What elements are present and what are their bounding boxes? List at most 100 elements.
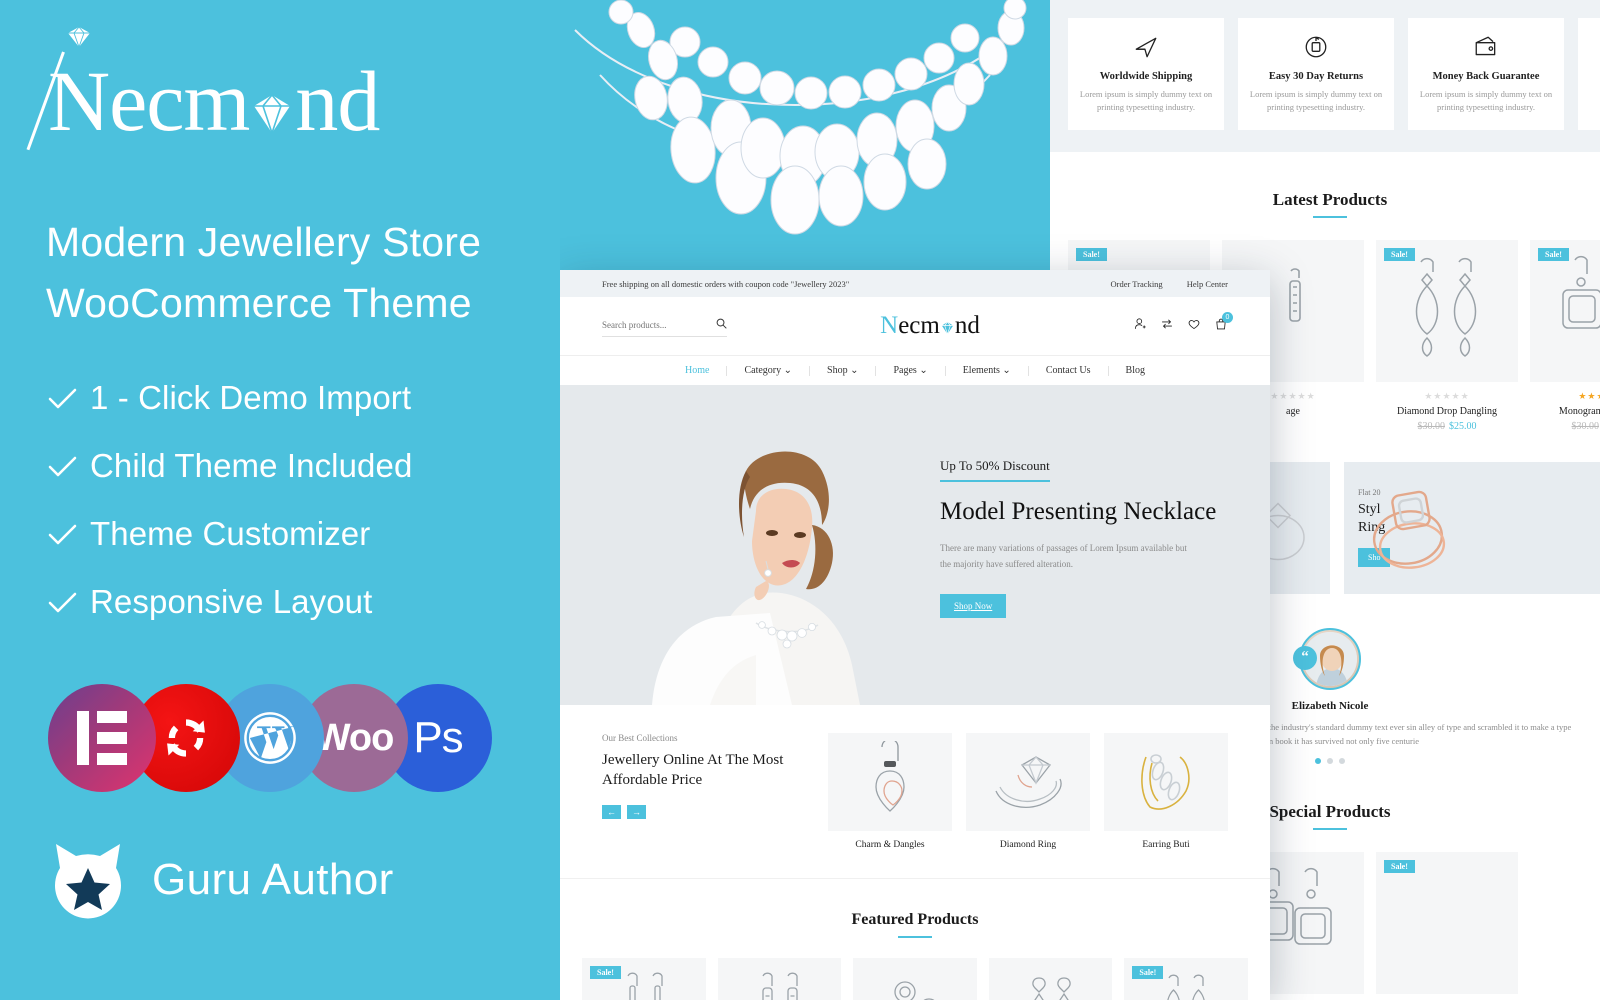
brand-logo: Necm nd — [26, 26, 380, 151]
search-input[interactable] — [602, 316, 727, 337]
help-center-link[interactable]: Help Center — [1187, 279, 1228, 289]
carousel-dot[interactable] — [1339, 758, 1345, 765]
nav-label: Shop — [827, 365, 848, 376]
nav-label: Pages — [893, 365, 917, 376]
service-title: Money Back Guarantee — [1432, 71, 1540, 82]
product-thumb[interactable]: Sale! — [1530, 239, 1600, 382]
order-tracking-link[interactable]: Order Tracking — [1111, 279, 1163, 289]
nav-item-blog[interactable]: Blog — [1109, 365, 1162, 376]
avatar: “ — [1293, 627, 1361, 690]
hero-eyebrow: Up To 50% Discount — [940, 458, 1050, 482]
feature-label: Child Theme Included — [90, 447, 413, 484]
collection-thumb[interactable] — [828, 733, 952, 831]
tech-badge-list: Woo Ps — [48, 684, 492, 792]
necklace-hero-image — [545, 0, 1045, 278]
feature-label: Theme Customizer — [90, 515, 371, 552]
nav-item-elements[interactable]: Elements ⌄ — [946, 365, 1028, 376]
brand-monogram: N — [26, 26, 110, 151]
sale-badge: Sale! — [1384, 247, 1415, 261]
product-card[interactable]: Sale! ★★★★★ Diamond Drop Dangling $30.00… — [1376, 239, 1518, 432]
promo-banner[interactable]: Flat 20 Styl Ring Sho — [1344, 461, 1600, 594]
service-title: Easy 30 Day Returns — [1268, 71, 1364, 82]
shop-now-button[interactable]: Shop Now — [940, 594, 1007, 619]
nav-item-contact[interactable]: Contact Us — [1029, 365, 1108, 376]
site-mockup: Free shipping on all domestic orders wit… — [560, 270, 1270, 1000]
diamond-ring-icon — [995, 756, 1062, 808]
cluster-earring-icon — [894, 981, 935, 1000]
nav-item-shop[interactable]: Shop ⌄ — [810, 365, 875, 376]
collections-eyebrow: Our Best Collections — [602, 733, 678, 743]
product-card[interactable] — [988, 958, 1113, 1000]
collection-card[interactable]: Diamond Ring — [966, 733, 1090, 850]
search-icon[interactable] — [716, 316, 727, 334]
service-title: Worldwide Shipping — [1099, 71, 1193, 82]
product-card[interactable] — [853, 958, 977, 1000]
rating-stars: ★★★★★ — [1424, 390, 1470, 401]
feature-label: 1 - Click Demo Import — [90, 379, 412, 416]
nav-item-pages[interactable]: Pages ⌄ — [876, 365, 944, 376]
search-box[interactable] — [602, 315, 727, 337]
sale-badge: Sale! — [1076, 247, 1107, 261]
product-thumb[interactable]: Sale! — [1376, 239, 1518, 382]
chevron-down-icon: ⌄ — [783, 365, 793, 376]
title-underline — [1313, 828, 1347, 831]
heart-icon[interactable] — [1187, 317, 1201, 336]
collection-name: Charm & Dangles — [855, 840, 925, 850]
next-arrow-button[interactable]: → — [627, 804, 646, 819]
product-card[interactable]: Sale! — [582, 958, 706, 1000]
collections-copy: Our Best Collections Jewellery Online At… — [602, 733, 826, 850]
collection-card[interactable]: Charm & Dangles — [828, 733, 952, 850]
promo-panel: Necm nd Modern Jewellery Store WooCommer… — [0, 0, 560, 1000]
diamond-icon — [249, 64, 295, 136]
headline-line-2: WooCommerce Theme — [46, 279, 472, 326]
nav-item-category[interactable]: Category ⌄ — [727, 365, 809, 376]
carousel-dot[interactable] — [1315, 758, 1321, 765]
product-thumb[interactable] — [717, 958, 842, 1000]
main-nav: Home Category ⌄ Shop ⌄ Pages ⌄ Elements … — [560, 355, 1270, 385]
hero-title: Model Presenting Necklace — [940, 498, 1217, 525]
cat-star-icon — [46, 838, 130, 922]
product-card[interactable]: Sale! — [1376, 852, 1518, 995]
product-card[interactable]: Sale! ★★★★★ Monogram Necklace $30.00$20.… — [1530, 239, 1600, 432]
prev-arrow-button[interactable]: ← — [602, 804, 621, 819]
nav-label: Elements — [962, 365, 1000, 376]
check-icon — [46, 585, 80, 619]
teardrop-earring-icon — [1167, 974, 1205, 1000]
site-logo[interactable]: Necm nd — [880, 312, 980, 340]
list-item: Responsive Layout — [46, 582, 516, 622]
product-thumb[interactable] — [988, 958, 1113, 1000]
product-card[interactable] — [717, 958, 842, 1000]
service-card[interactable]: E Lorem ip printi — [1578, 18, 1600, 130]
product-card[interactable]: Sale! — [1124, 958, 1248, 1000]
hero-description: There are many variations of passages of… — [940, 542, 1187, 569]
sale-badge: Sale! — [590, 966, 621, 979]
title-underline — [898, 936, 932, 938]
rating-stars: ★★★★★ — [1578, 390, 1600, 401]
product-thumb[interactable] — [853, 958, 977, 1000]
user-add-icon[interactable] — [1133, 317, 1147, 336]
compare-icon[interactable] — [1160, 317, 1174, 336]
carousel-dot[interactable] — [1327, 758, 1333, 765]
service-card[interactable]: Money Back Guarantee Lorem ipsum is simp… — [1408, 18, 1564, 130]
collection-name: Diamond Ring — [999, 840, 1057, 850]
collection-card[interactable]: Earring Buti — [1104, 733, 1228, 850]
earring-buti-icon — [1141, 754, 1190, 810]
collection-thumb[interactable] — [966, 733, 1090, 831]
hero-copy: Up To 50% Discount Model Presenting Neck… — [930, 385, 1270, 705]
nav-item-home[interactable]: Home — [668, 365, 726, 376]
collection-thumb[interactable] — [1104, 733, 1228, 831]
service-card[interactable]: Worldwide Shipping Lorem ipsum is simply… — [1068, 18, 1224, 130]
product-thumb[interactable]: Sale! — [1376, 852, 1518, 995]
nav-label: Category — [744, 365, 782, 376]
service-card[interactable]: Easy 30 Day Returns Lorem ipsum is simpl… — [1238, 18, 1394, 130]
title-underline — [1313, 215, 1347, 218]
cart-count-badge: 0 — [1221, 311, 1233, 323]
featured-products-section: Featured Products Sale! Sale! — [560, 878, 1270, 1000]
product-thumb[interactable]: Sale! — [582, 958, 706, 1000]
header-icons: 0 — [1133, 311, 1233, 336]
feature-list: 1 - Click Demo Import Child Theme Includ… — [46, 378, 516, 650]
cart-icon[interactable]: 0 — [1214, 311, 1233, 336]
product-thumb[interactable]: Sale! — [1124, 958, 1248, 1000]
sale-badge: Sale! — [1384, 860, 1415, 874]
headline-line-1: Modern Jewellery Store — [46, 219, 482, 265]
